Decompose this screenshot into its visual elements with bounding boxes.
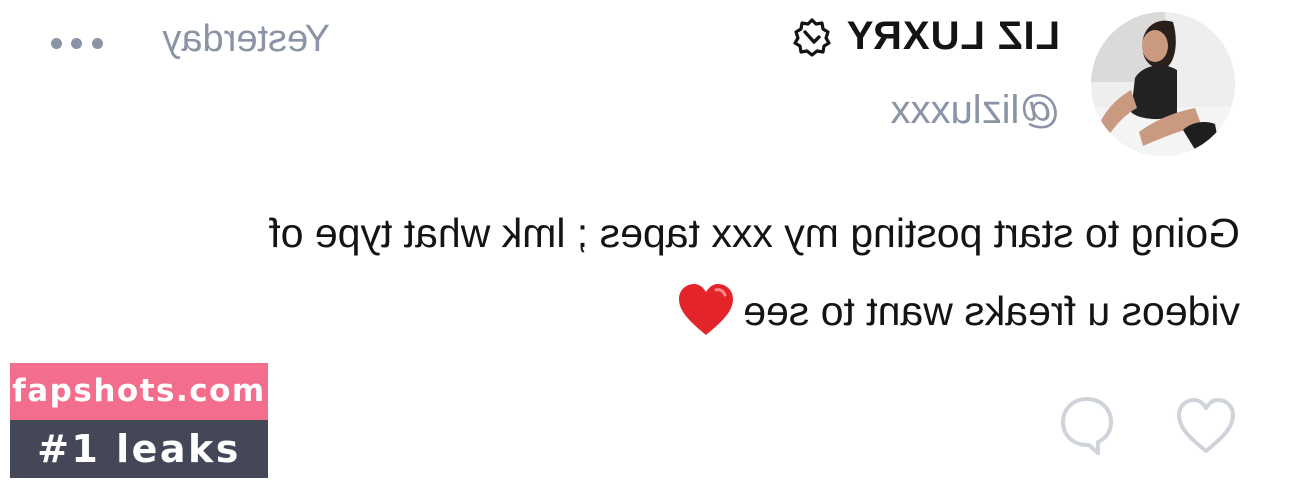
avatar-photo: [1091, 12, 1235, 156]
avatar[interactable]: [1091, 12, 1235, 156]
watermark-site-label: fapshots.com: [10, 363, 268, 420]
post-body-text: Going to start posting my xxx tapes ; lm…: [269, 210, 1240, 334]
comment-bubble-icon: [1061, 397, 1113, 455]
more-options-icon[interactable]: [51, 36, 103, 50]
more-dot: [71, 37, 83, 49]
post-body: Going to start posting my xxx tapes ; lm…: [80, 194, 1240, 350]
screenshot-canvas: LIZ LUXRY @lizluxxx Yesterday Going to s…: [0, 0, 1290, 489]
like-button[interactable]: [1174, 395, 1238, 457]
more-dot: [51, 37, 62, 49]
watermark-tag-label: #1 leaks: [10, 420, 268, 478]
heart-outline-icon: [1177, 398, 1235, 453]
heart-emoji-icon: [677, 283, 735, 337]
author-handle[interactable]: @lizluxxx: [890, 88, 1060, 133]
more-dot: [92, 37, 103, 49]
verified-badge-icon: [792, 17, 832, 57]
author-display-name[interactable]: LIZ LUXRY: [792, 14, 1060, 59]
post-timestamp: Yesterday: [162, 18, 330, 60]
comment-button[interactable]: [1059, 395, 1115, 457]
author-name-text: LIZ LUXRY: [845, 14, 1060, 58]
